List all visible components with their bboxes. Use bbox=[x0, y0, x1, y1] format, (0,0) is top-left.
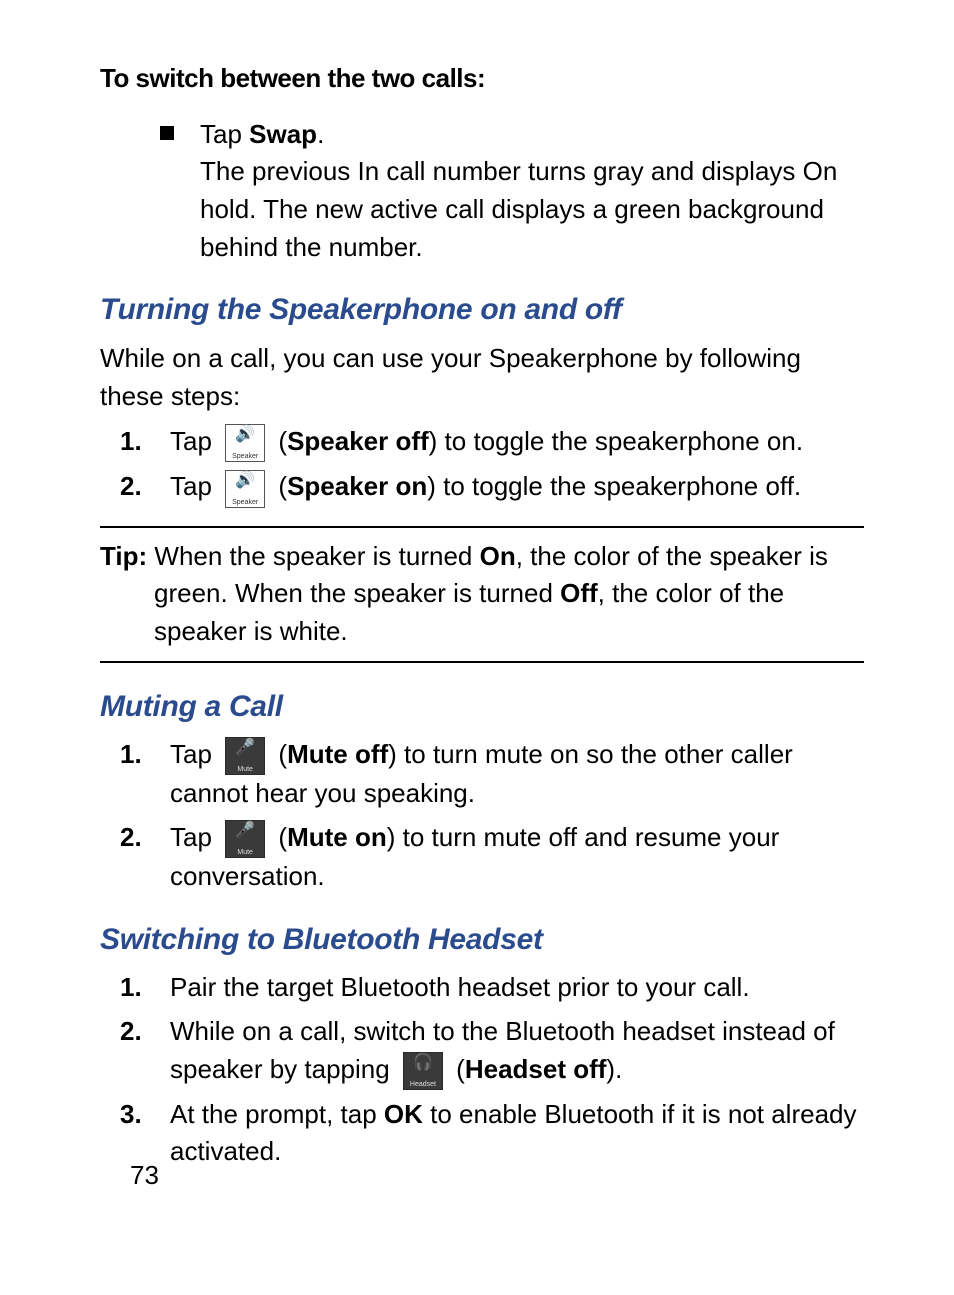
mute-step-2: 2. Tap 🎤 Mute (Mute on) to turn mute off… bbox=[110, 819, 864, 896]
headset-off-label: Headset off bbox=[465, 1054, 607, 1084]
mute-on-icon: 🎤 Mute bbox=[225, 820, 265, 858]
mute-steps: 1. Tap 🎤 Mute (Mute off) to turn mute on… bbox=[110, 736, 864, 896]
tip-label: Tip: bbox=[100, 541, 147, 571]
bluetooth-step-1: 1. Pair the target Bluetooth headset pri… bbox=[110, 969, 864, 1007]
bluetooth-steps: 1. Pair the target Bluetooth headset pri… bbox=[110, 969, 864, 1171]
step-number: 1. bbox=[120, 736, 142, 774]
tip-on: On bbox=[480, 541, 516, 571]
bt-step2-rest: ). bbox=[606, 1054, 622, 1084]
speaker-on-icon: 🔊 Speaker bbox=[225, 470, 265, 508]
step-number: 2. bbox=[120, 819, 142, 857]
bluetooth-title: Switching to Bluetooth Headset bbox=[100, 918, 864, 962]
mute-off-label: Mute off bbox=[287, 739, 388, 769]
speaker-off-rest: ) to toggle the speakerphone on. bbox=[429, 426, 803, 456]
swap-label: Swap bbox=[249, 119, 317, 149]
icon-label: Speaker bbox=[226, 498, 264, 507]
speakerphone-intro: While on a call, you can use your Speake… bbox=[100, 340, 864, 415]
speakerphone-steps: 1. Tap 🔊 Speaker (Speaker off) to toggle… bbox=[110, 423, 864, 507]
tap-text: Tap bbox=[170, 739, 219, 769]
mute-step-1: 1. Tap 🎤 Mute (Mute off) to turn mute on… bbox=[110, 736, 864, 813]
document-page: To switch between the two calls: Tap Swa… bbox=[0, 0, 954, 1295]
tip-off: Off bbox=[560, 578, 598, 608]
icon-label: Mute bbox=[226, 765, 264, 774]
step-number: 1. bbox=[120, 423, 142, 461]
bluetooth-step-3: 3. At the prompt, tap OK to enable Bluet… bbox=[110, 1096, 864, 1171]
swap-bullet-item: Tap Swap. The previous In call number tu… bbox=[160, 116, 864, 267]
page-number: 73 bbox=[130, 1157, 159, 1195]
speakerphone-step-1: 1. Tap 🔊 Speaker (Speaker off) to toggle… bbox=[110, 423, 864, 462]
mute-on-label: Mute on bbox=[287, 822, 387, 852]
speaker-on-rest: ) to toggle the speakerphone off. bbox=[427, 471, 801, 501]
step-number: 2. bbox=[120, 1013, 142, 1051]
speaker-off-label: Speaker off bbox=[287, 426, 429, 456]
tap-text: Tap bbox=[170, 426, 219, 456]
swap-description: The previous In call number turns gray a… bbox=[200, 153, 864, 266]
bluetooth-step-2: 2. While on a call, switch to the Blueto… bbox=[110, 1013, 864, 1090]
tap-text: Tap bbox=[200, 119, 249, 149]
speaker-on-label: Speaker on bbox=[287, 471, 427, 501]
bt-step1-text: Pair the target Bluetooth headset prior … bbox=[170, 972, 750, 1002]
square-bullet-icon bbox=[160, 126, 174, 140]
period-text: . bbox=[317, 119, 324, 149]
mute-off-icon: 🎤 Mute bbox=[225, 737, 265, 775]
headset-off-icon: 🎧 Headset bbox=[403, 1052, 443, 1090]
tip-text-1: When the speaker is turned bbox=[147, 541, 479, 571]
speakerphone-step-2: 2. Tap 🔊 Speaker (Speaker on) to toggle … bbox=[110, 468, 864, 507]
step-number: 3. bbox=[120, 1096, 142, 1134]
icon-label: Speaker bbox=[226, 452, 264, 461]
mute-title: Muting a Call bbox=[100, 685, 864, 729]
switch-calls-list: Tap Swap. The previous In call number tu… bbox=[160, 116, 864, 267]
tip-block: Tip: When the speaker is turned On, the … bbox=[100, 526, 864, 663]
speaker-off-icon: 🔊 Speaker bbox=[225, 424, 265, 462]
step-number: 2. bbox=[120, 468, 142, 506]
ok-label: OK bbox=[384, 1099, 423, 1129]
bt-step3-pre: At the prompt, tap bbox=[170, 1099, 384, 1129]
tap-text: Tap bbox=[170, 822, 219, 852]
switch-calls-heading: To switch between the two calls: bbox=[100, 60, 864, 98]
icon-label: Mute bbox=[226, 848, 264, 857]
speakerphone-title: Turning the Speakerphone on and off bbox=[100, 288, 864, 332]
step-number: 1. bbox=[120, 969, 142, 1007]
tap-text: Tap bbox=[170, 471, 219, 501]
icon-label: Headset bbox=[404, 1080, 442, 1089]
